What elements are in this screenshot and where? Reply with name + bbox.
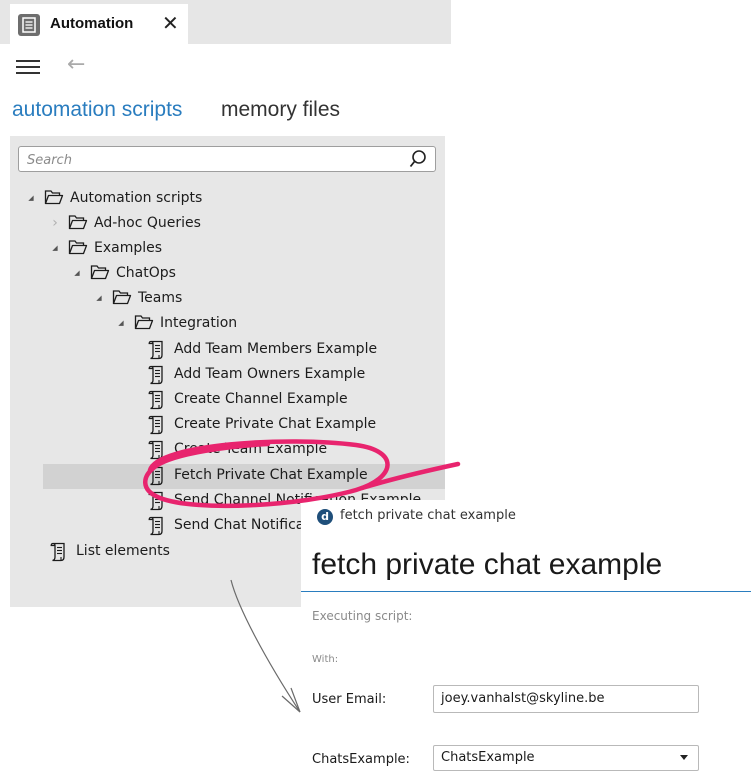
- script-document-icon: [148, 440, 168, 460]
- user-email-field[interactable]: joey.vanhalst@skyline.be: [433, 685, 699, 713]
- tab-strip: Automation ✕: [0, 0, 451, 44]
- script-execution-dialog: d fetch private chat example fetch priva…: [301, 500, 751, 771]
- tree-script-node[interactable]: List elements: [50, 539, 170, 563]
- tree-folder-node[interactable]: ◢ Automation scripts: [24, 186, 202, 210]
- chats-example-select[interactable]: ChatsExample: [433, 745, 699, 771]
- tree-node-label: Ad-hoc Queries: [94, 215, 201, 231]
- with-label: With:: [312, 654, 339, 665]
- dialog-window-title: fetch private chat example: [340, 508, 516, 523]
- tree-script-node[interactable]: Create Team Example: [148, 437, 327, 461]
- tree-folder-node[interactable]: ◢ Teams: [92, 286, 182, 310]
- chevron-down-icon: [680, 755, 688, 760]
- back-arrow-icon[interactable]: ←: [67, 52, 85, 77]
- executing-script-label: Executing script:: [312, 609, 413, 623]
- user-email-label: User Email:: [312, 692, 387, 707]
- tree-node-label: Create Channel Example: [174, 391, 348, 407]
- tree-node-label: Add Team Owners Example: [174, 366, 366, 382]
- script-document-icon: [148, 415, 168, 435]
- tab-memory-files[interactable]: memory files: [221, 98, 340, 122]
- script-document-icon: [148, 491, 168, 511]
- tree-folder-node[interactable]: ◢ ChatOps: [70, 261, 176, 285]
- chats-example-label: ChatsExample:: [312, 752, 410, 767]
- tree-script-node[interactable]: Add Team Owners Example: [148, 362, 365, 386]
- magnifier-icon[interactable]: [409, 149, 427, 169]
- app-logo-icon: d: [317, 509, 333, 525]
- open-folder-icon: [134, 314, 154, 332]
- script-document-icon: [50, 542, 70, 562]
- tree-script-node[interactable]: Fetch Private Chat Example: [148, 463, 368, 487]
- tree-node-label: Add Team Members Example: [174, 341, 378, 357]
- tree-node-label: Fetch Private Chat Example: [174, 467, 368, 483]
- tree-node-label: Create Team Example: [174, 441, 328, 457]
- tree-folder-node[interactable]: › Ad-hoc Queries: [48, 211, 201, 235]
- tab-automation[interactable]: Automation ✕: [10, 4, 188, 44]
- script-document-icon: [18, 14, 40, 36]
- tree-script-node[interactable]: Add Team Members Example: [148, 337, 377, 361]
- tree-node-label: Automation scripts: [70, 190, 203, 206]
- expand-arrow-icon[interactable]: ›: [48, 215, 62, 231]
- collapse-arrow-icon[interactable]: ◢: [48, 244, 62, 252]
- tree-script-node[interactable]: Create Channel Example: [148, 387, 348, 411]
- heading-divider: [301, 591, 751, 592]
- collapse-arrow-icon[interactable]: ◢: [114, 319, 128, 327]
- tree-node-label: ChatOps: [116, 265, 176, 281]
- open-folder-icon: [90, 264, 110, 282]
- tree-node-label: Teams: [138, 290, 183, 306]
- tree-node-label: Create Private Chat Example: [174, 416, 377, 432]
- open-folder-icon: [44, 189, 64, 207]
- open-folder-icon: [68, 214, 88, 232]
- tree-node-label: Examples: [94, 240, 163, 256]
- script-document-icon: [148, 466, 168, 486]
- tree-folder-node[interactable]: ◢ Examples: [48, 236, 162, 260]
- open-folder-icon: [68, 239, 88, 257]
- search-input[interactable]: [25, 150, 399, 170]
- tree-node-label: List elements: [76, 543, 170, 559]
- search-box: [18, 146, 436, 172]
- tab-title: Automation: [50, 15, 134, 32]
- collapse-arrow-icon[interactable]: ◢: [92, 294, 106, 302]
- tree-node-label: Integration: [160, 315, 238, 331]
- open-folder-icon: [112, 289, 132, 307]
- collapse-arrow-icon[interactable]: ◢: [24, 194, 38, 202]
- hamburger-menu-icon[interactable]: [16, 60, 40, 74]
- dialog-heading: fetch private chat example: [312, 548, 663, 581]
- script-document-icon: [148, 516, 168, 536]
- script-document-icon: [148, 390, 168, 410]
- tab-automation-scripts[interactable]: automation scripts: [12, 98, 182, 122]
- tree-folder-node[interactable]: ◢ Integration: [114, 311, 237, 335]
- close-icon[interactable]: ✕: [162, 11, 179, 35]
- arrow-head-annotation: [281, 687, 301, 713]
- collapse-arrow-icon[interactable]: ◢: [70, 269, 84, 277]
- chats-example-value: ChatsExample: [441, 750, 535, 765]
- tree-script-node[interactable]: Create Private Chat Example: [148, 412, 376, 436]
- script-document-icon: [148, 365, 168, 385]
- script-document-icon: [148, 340, 168, 360]
